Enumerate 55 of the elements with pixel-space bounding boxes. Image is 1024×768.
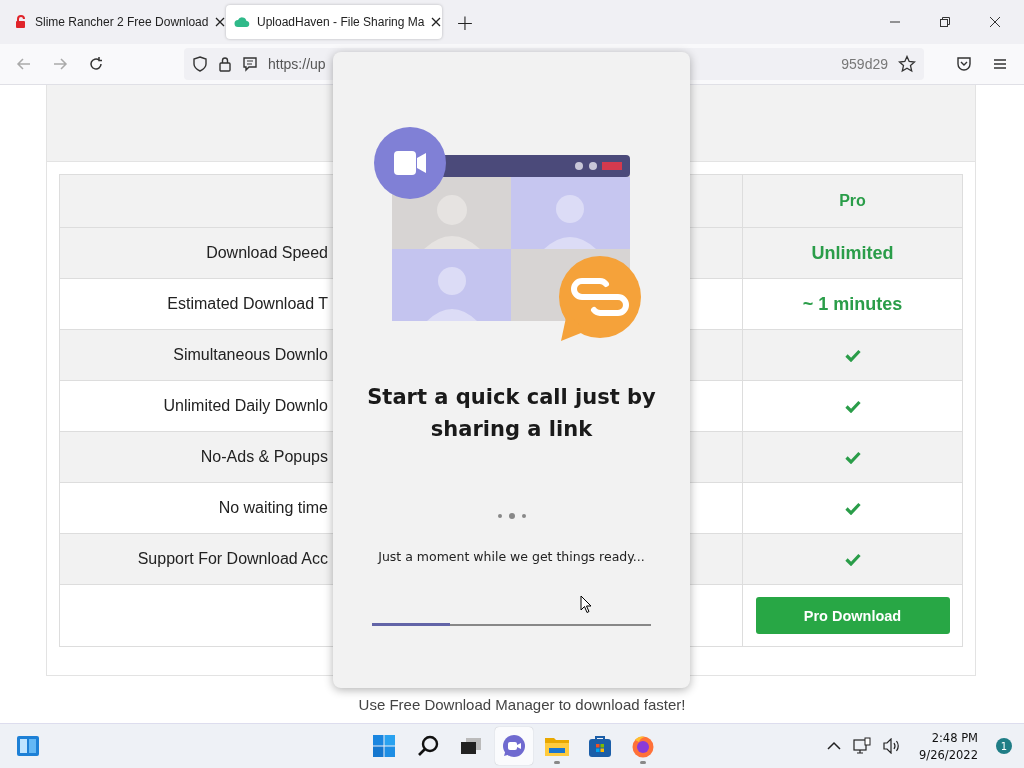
loading-dots-icon [496, 513, 527, 519]
shield-icon [192, 56, 208, 72]
checkmark-icon [844, 399, 861, 413]
checkmark-icon [844, 450, 861, 464]
lock-icon [14, 15, 28, 29]
feature-label: Support For Download Acc [137, 550, 328, 568]
clock-date[interactable]: 9/26/2022 [919, 747, 978, 762]
loading-message: Just a moment while we get things ready... [378, 549, 645, 564]
download-hint: Use Free Download Manager to download faster! [358, 696, 686, 713]
close-icon[interactable] [431, 17, 442, 27]
search-icon [416, 734, 440, 758]
network-icon[interactable] [853, 737, 872, 755]
store-icon [588, 734, 612, 758]
running-indicator [554, 761, 560, 764]
pocket-icon[interactable] [956, 56, 972, 72]
tab-title: Slime Rancher 2 Free Download [35, 15, 209, 29]
browser-tab[interactable]: UploadHaven - File Sharing Ma [226, 5, 442, 39]
chevron-up-icon[interactable] [827, 741, 842, 751]
browser-tab[interactable]: Slime Rancher 2 Free Download [6, 5, 222, 39]
reload-icon[interactable] [88, 56, 104, 72]
url-text: https://up [268, 56, 326, 72]
running-indicator [640, 761, 646, 764]
feature-value: Unlimited [811, 242, 894, 264]
star-icon[interactable] [898, 55, 916, 73]
url-text: 959d29 [841, 56, 888, 72]
menu-icon[interactable] [992, 56, 1008, 72]
page-icon [242, 56, 258, 72]
feature-value: ~ 1 minutes [802, 293, 903, 315]
tab-title: UploadHaven - File Sharing Ma [257, 15, 425, 29]
start-icon[interactable] [372, 734, 396, 758]
mouse-cursor-icon [580, 595, 592, 614]
close-icon[interactable] [215, 17, 226, 27]
cloud-icon [234, 15, 250, 29]
feature-label: Download Speed [206, 244, 328, 262]
firefox-icon [631, 734, 655, 758]
feature-label: No waiting time [218, 499, 328, 517]
lock-icon [218, 56, 232, 72]
feature-label: Simultaneous Downlo [173, 346, 328, 364]
feature-label: Unlimited Daily Downlo [163, 397, 328, 415]
feature-label: No-Ads & Popups [200, 448, 328, 466]
folder-icon [544, 735, 570, 757]
checkmark-icon [844, 552, 861, 566]
restore-icon[interactable] [939, 16, 951, 28]
clock-time[interactable]: 2:48 PM [931, 730, 978, 745]
volume-icon[interactable] [883, 738, 902, 754]
widgets-icon[interactable] [16, 735, 40, 757]
checkmark-icon [844, 348, 861, 362]
notification-badge[interactable]: 1 [996, 738, 1012, 754]
new-tab-button[interactable]: + [450, 9, 480, 35]
close-icon[interactable] [989, 16, 1001, 28]
video-chat-icon [501, 734, 527, 758]
dialog-title: Start a quick call just by sharing a link [366, 384, 657, 443]
task-view-icon [460, 737, 482, 755]
checkmark-icon [844, 501, 861, 515]
feature-label: Estimated Download T [167, 295, 328, 313]
